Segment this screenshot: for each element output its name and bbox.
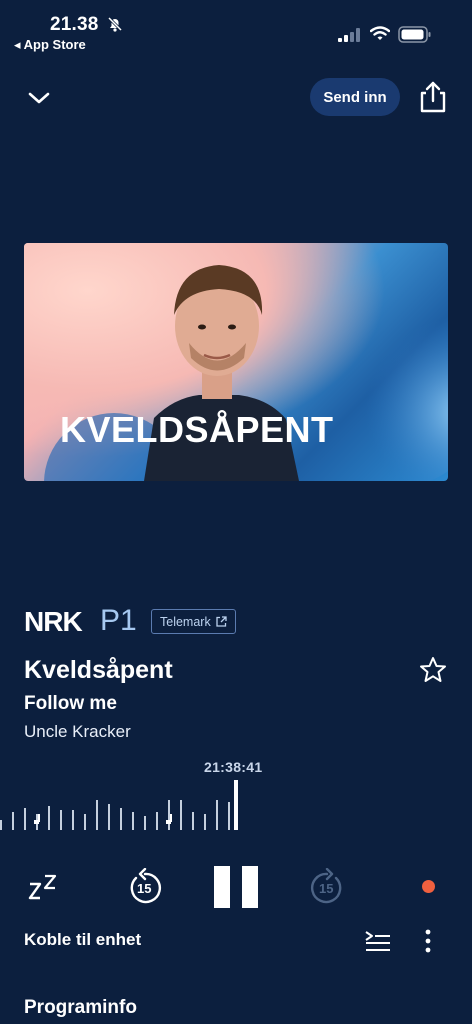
external-link-icon — [216, 616, 227, 627]
region-badge[interactable]: Telemark — [151, 609, 236, 634]
rewind-label: 15 — [137, 881, 152, 896]
send-inn-button[interactable]: Send inn — [310, 78, 400, 116]
more-vertical-icon[interactable] — [420, 928, 436, 954]
chevron-down-icon[interactable] — [22, 82, 56, 112]
forward-15-button[interactable]: 15 — [308, 867, 346, 908]
queue-icon[interactable] — [364, 930, 392, 952]
share-icon[interactable] — [418, 80, 448, 114]
timeline-scrubber[interactable] — [0, 776, 472, 836]
nrk-logo: NRK — [24, 606, 83, 637]
forward-label: 15 — [319, 881, 334, 896]
pause-icon[interactable] — [214, 864, 260, 910]
bell-slash-icon — [107, 16, 123, 32]
sleep-timer-icon[interactable] — [28, 870, 60, 902]
program-artwork: KVELDSÅPENT — [24, 243, 448, 481]
artwork-title: KVELDSÅPENT — [60, 409, 334, 450]
wifi-icon — [370, 26, 390, 40]
current-time: 21:38:41 — [204, 759, 263, 775]
rewind-15-button[interactable]: 15 — [126, 867, 164, 908]
connect-device-button[interactable]: Koble til enhet — [24, 930, 141, 950]
live-indicator-icon[interactable] — [422, 880, 435, 893]
music-note-icon — [34, 814, 172, 824]
region-label: Telemark — [160, 614, 211, 629]
programinfo-heading: Programinfo — [24, 997, 137, 1018]
artist-name: Uncle Kracker — [24, 722, 131, 741]
status-time: 21.38 — [50, 14, 99, 35]
song-title: Follow me — [24, 693, 117, 714]
p1-logo: P1 — [100, 604, 137, 637]
program-title: Kveldsåpent — [24, 656, 173, 684]
signal-icon — [338, 28, 360, 42]
star-outline-icon[interactable] — [418, 655, 448, 685]
back-to-app-store[interactable]: ◂ App Store — [14, 37, 86, 53]
battery-icon — [398, 26, 431, 43]
